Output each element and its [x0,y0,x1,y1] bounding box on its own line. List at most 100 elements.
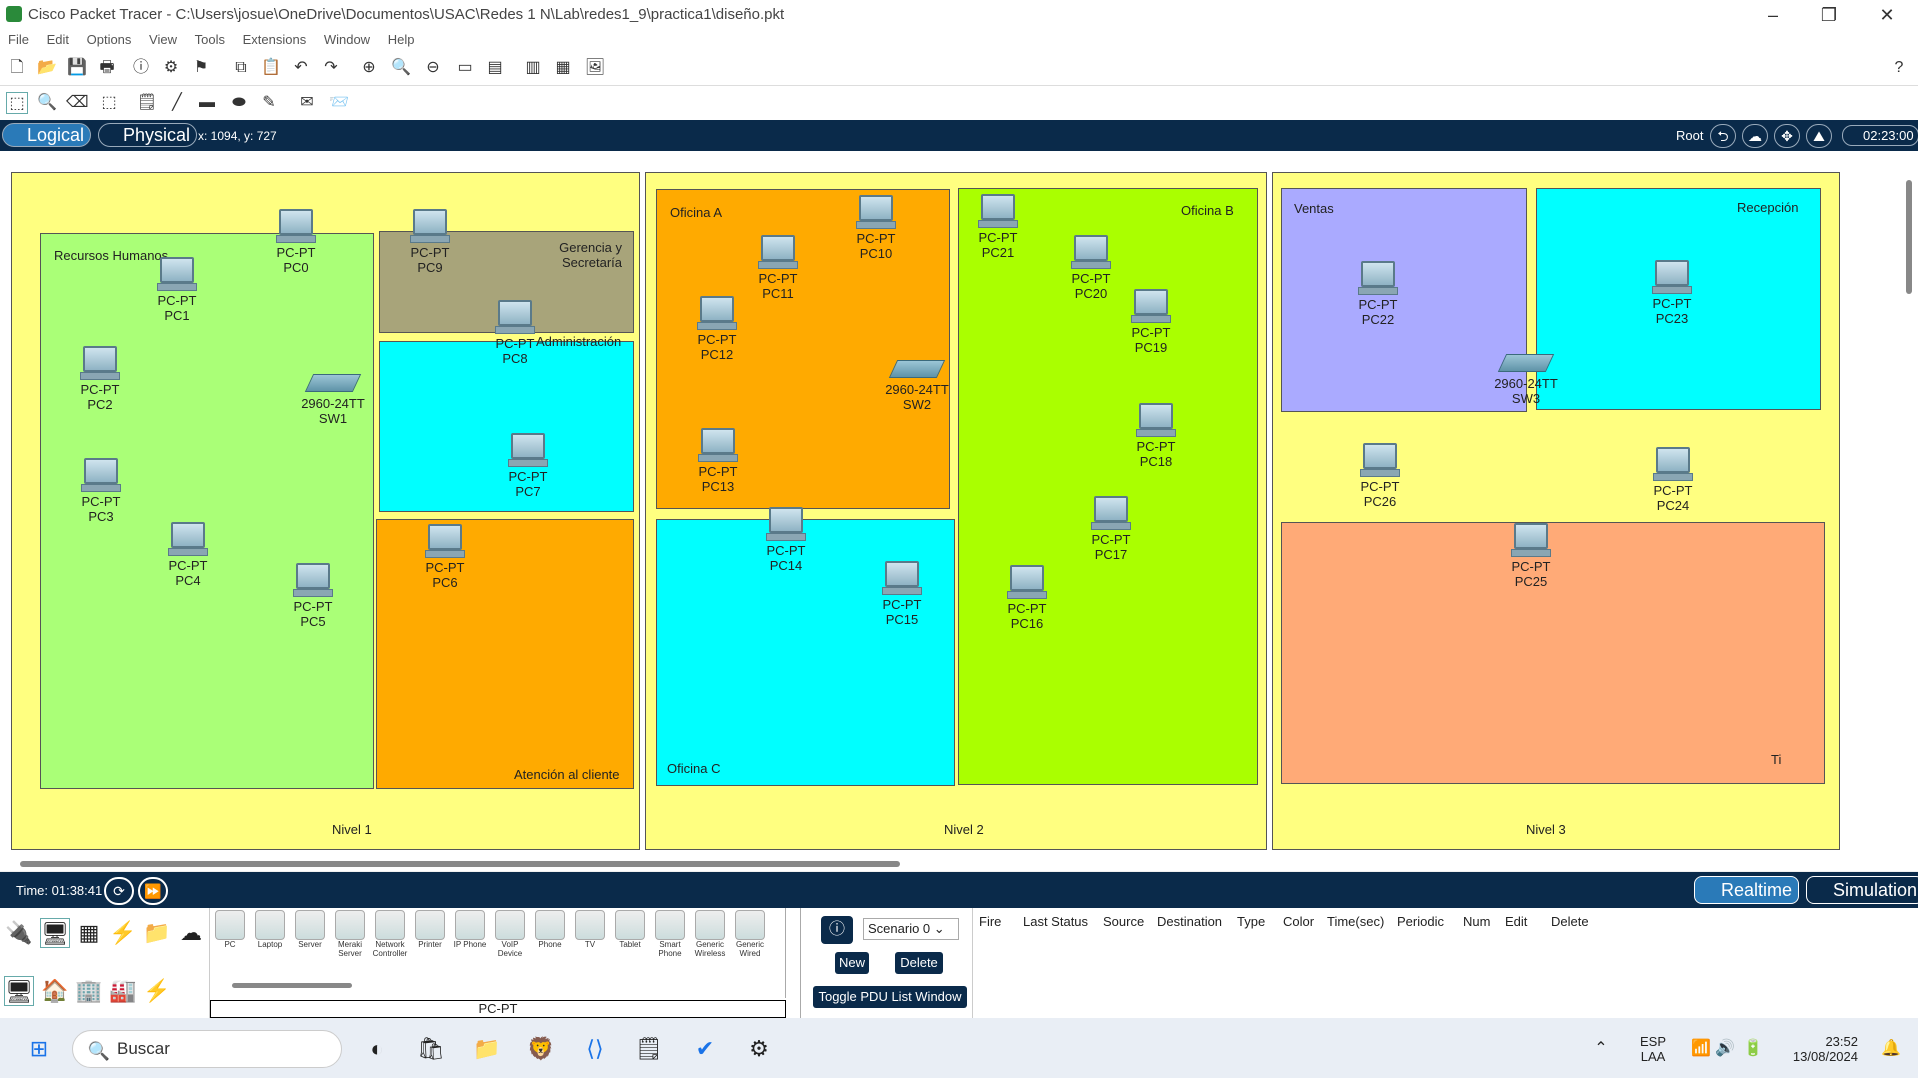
menu-window[interactable]: Window [324,32,370,47]
device-server[interactable]: Server [292,910,328,949]
close-button[interactable]: ✕ [1864,2,1910,28]
info-icon[interactable]: ⓘ [130,57,152,79]
save-icon[interactable]: 💾 [66,57,88,79]
pc-9[interactable]: PC-PT PC9 [400,209,460,275]
pc-6[interactable]: PC-PT PC6 [415,524,475,590]
switch-sw3[interactable]: 2960-24TT SW3 [1486,354,1566,406]
physical-tab[interactable]: Physical [98,123,198,147]
vertical-scroll-thumb[interactable] [1906,180,1912,294]
device-generic-wired[interactable]: Generic Wired [732,910,768,958]
pc-2[interactable]: PC-PT PC2 [70,346,130,412]
pc-14[interactable]: PC-PT PC14 [756,507,816,573]
taskbar-clock[interactable]: 23:52 13/08/2024 [1788,1034,1858,1064]
todo-icon[interactable]: ✔ [688,1032,722,1066]
network-devices-icon[interactable]: 🔌 [4,918,34,948]
menu-help[interactable]: Help [388,32,415,47]
new-scenario-button[interactable]: New [835,952,869,974]
zoom-out-icon[interactable]: ⊖ [422,57,444,79]
device-meraki-server[interactable]: Meraki Server [332,910,368,958]
end-devices-icon[interactable]: 🖥 [40,918,70,948]
print-icon[interactable]: 🖶 [96,57,118,79]
device-smartphone[interactable]: Smart Phone [652,910,688,958]
pc-25[interactable]: PC-PT PC25 [1501,523,1561,589]
help-icon[interactable]: ? [1888,57,1910,79]
network-info-icon[interactable]: ⚑ [190,57,212,79]
toggle-pdu-list-button[interactable]: Toggle PDU List Window [813,986,967,1008]
file-explorer-icon[interactable]: 📁 [470,1032,504,1066]
language-indicator[interactable]: ESP LAA [1640,1034,1666,1064]
notification-icon[interactable]: 🔔 [1874,1032,1908,1066]
pc-24[interactable]: PC-PT PC24 [1643,447,1703,513]
home-icon[interactable]: 🏠 [40,976,70,1006]
rectangle-tool-icon[interactable]: ▭ [454,57,476,79]
pc-1[interactable]: PC-PT PC1 [147,257,207,323]
pc-15[interactable]: PC-PT PC15 [872,561,932,627]
open-icon[interactable]: 📂 [36,57,58,79]
pc-19[interactable]: PC-PT PC19 [1121,289,1181,355]
simulation-button[interactable]: Simulation [1806,876,1918,904]
pc-26[interactable]: PC-PT PC26 [1350,443,1410,509]
paste-icon[interactable]: 📋 [260,57,282,79]
device-strip-scroll[interactable] [232,983,352,988]
end-devices-sub-icon[interactable]: 🖥 [4,976,34,1006]
device-pc[interactable]: PC [212,910,248,949]
image-icon[interactable]: 🖼 [584,57,606,79]
back-icon[interactable]: ⮌ [1710,124,1736,148]
rect-draw-icon[interactable]: ▬ [196,92,218,114]
pc-22[interactable]: PC-PT PC22 [1348,261,1408,327]
device-phone[interactable]: Phone [532,910,568,949]
delete-icon[interactable]: ⌫ [66,92,89,114]
vscode-icon[interactable]: ⟨⟩ [578,1032,612,1066]
components-icon[interactable]: ▦ [74,918,104,948]
cloud-icon[interactable]: ☁ [1742,124,1768,148]
battery-icon[interactable]: 🔋 [1736,1032,1770,1066]
device-voip[interactable]: VoIP Device [492,910,528,958]
inspect-icon[interactable]: 🔍 [36,92,58,114]
edge-icon[interactable]: ◐ [360,1032,394,1066]
switch-sw1[interactable]: 2960-24TT SW1 [293,374,373,426]
pc-11[interactable]: PC-PT PC11 [748,235,808,301]
new-file-icon[interactable]: 🗋 [6,57,28,79]
device-laptop[interactable]: Laptop [252,910,288,949]
menu-extensions[interactable]: Extensions [243,32,307,47]
pc-16[interactable]: PC-PT PC16 [997,565,1057,631]
connections-icon[interactable]: ⚡ [108,918,138,948]
pc-20[interactable]: PC-PT PC20 [1061,235,1121,301]
switch-sw2[interactable]: 2960-24TT SW2 [877,360,957,412]
info-icon[interactable]: ⓘ [821,916,853,944]
packet-tracer-icon[interactable]: ⚙ [742,1032,776,1066]
pc-4[interactable]: PC-PT PC4 [158,522,218,588]
zoom-in-icon[interactable]: ⊕ [358,57,380,79]
fast-forward-icon[interactable]: ⏩ [138,877,168,905]
pdu-icon[interactable]: ▥ [522,57,544,79]
store-icon[interactable]: 🛍 [414,1032,448,1066]
resize-icon[interactable]: ⬚ [98,92,120,114]
industrial-icon[interactable]: 🏭 [108,976,138,1006]
power-cycle-icon[interactable]: ⟳ [104,877,134,905]
chevron-up-icon[interactable]: ⌃ [1584,1032,1618,1066]
device-printer[interactable]: Printer [412,910,448,949]
move-icon[interactable]: ✥ [1774,124,1800,148]
maximize-button[interactable]: ❐ [1806,2,1852,28]
pc-8[interactable]: PC-PT PC8 [485,300,545,366]
pc-13[interactable]: PC-PT PC13 [688,428,748,494]
device-ip-phone[interactable]: IP Phone [452,910,488,949]
workspace-clock[interactable]: 02:23:00 [1842,125,1918,146]
pc-21[interactable]: PC-PT PC21 [968,194,1028,260]
device-tv[interactable]: TV [572,910,608,949]
copy-icon[interactable]: ⧉ [230,57,252,79]
pc-12[interactable]: PC-PT PC12 [687,296,747,362]
realtime-button[interactable]: Realtime [1694,876,1800,904]
pc-23[interactable]: PC-PT PC23 [1642,260,1702,326]
device-list-icon[interactable]: ▦ [552,57,574,79]
logical-canvas[interactable]: Recursos Humanos Gerencia y Secretaría A… [0,151,1900,871]
menu-options[interactable]: Options [87,32,132,47]
pc-10[interactable]: PC-PT PC10 [846,195,906,261]
device-network-controller[interactable]: Network Controller [372,910,408,958]
menu-file[interactable]: File [8,32,29,47]
power-grid-icon[interactable]: ⚡ [142,976,172,1006]
undo-icon[interactable]: ↶ [290,57,312,79]
wizard-icon[interactable]: ⚙ [160,57,182,79]
background-icon[interactable]: ⛰ [1806,124,1832,148]
custom-device-icon[interactable]: ▤ [484,57,506,79]
